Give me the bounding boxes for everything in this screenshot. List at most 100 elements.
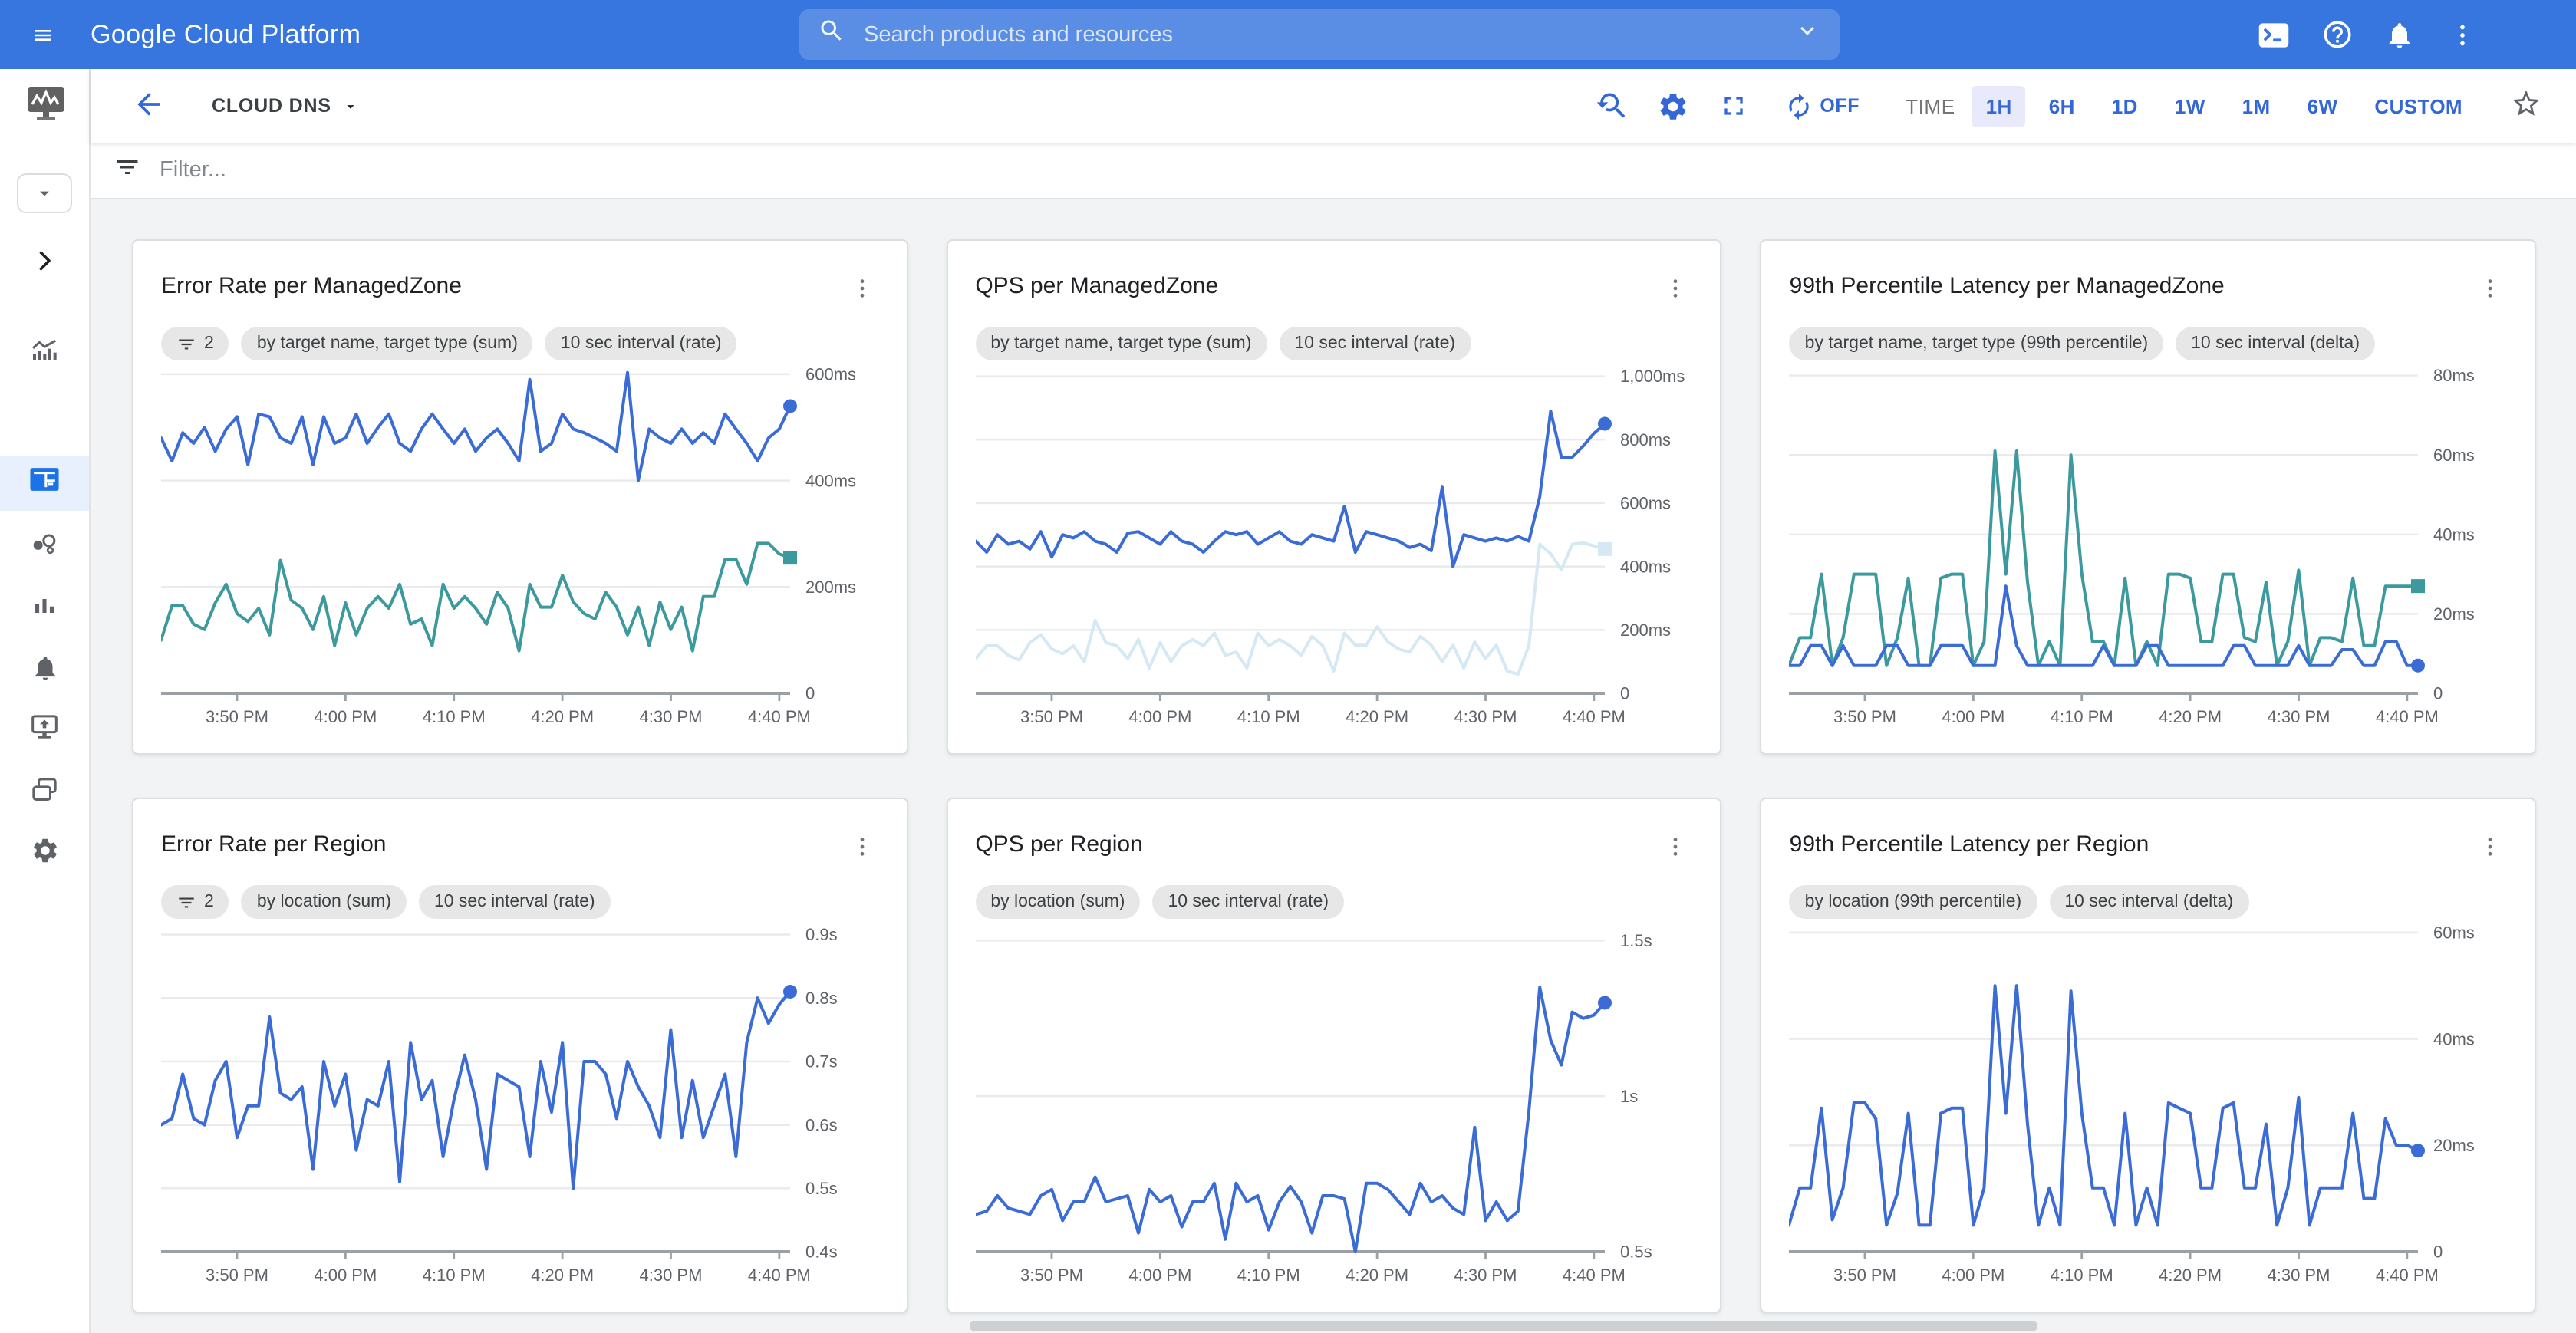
chart-title: Error Rate per Region bbox=[161, 831, 386, 857]
svg-text:4:30 PM: 4:30 PM bbox=[1454, 707, 1517, 726]
chart-title: 99th Percentile Latency per ManagedZone bbox=[1790, 273, 2225, 299]
filter-icon bbox=[176, 334, 196, 354]
aggregation-chip[interactable]: 10 sec interval (rate) bbox=[545, 327, 737, 360]
metrics-explorer-icon[interactable] bbox=[0, 336, 89, 367]
auto-refresh-toggle[interactable]: OFF bbox=[1775, 90, 1869, 122]
time-range-1w[interactable]: 1W bbox=[2161, 85, 2219, 127]
cloud-shell-icon[interactable] bbox=[2255, 16, 2292, 53]
alerting-bell-icon[interactable] bbox=[0, 653, 89, 683]
global-search[interactable] bbox=[799, 9, 1840, 60]
svg-text:0.5s: 0.5s bbox=[1619, 1242, 1652, 1262]
svg-text:4:30 PM: 4:30 PM bbox=[1454, 1266, 1517, 1285]
chart-canvas[interactable]: 0.9s0.8s0.7s0.6s0.5s0.4s3:50 PM4:00 PM4:… bbox=[161, 922, 878, 1298]
svg-text:3:50 PM: 3:50 PM bbox=[206, 1266, 268, 1285]
notifications-icon[interactable] bbox=[2381, 16, 2418, 53]
chart-menu-kebab[interactable] bbox=[845, 831, 878, 865]
settings-gear-icon[interactable] bbox=[0, 836, 89, 865]
dashboard-name-dropdown[interactable]: CLOUD DNS bbox=[203, 94, 368, 118]
chart-chips: by target name, target type (sum) 10 sec … bbox=[975, 327, 1692, 360]
expand-sidebar-icon[interactable] bbox=[0, 247, 89, 275]
search-input[interactable] bbox=[861, 21, 1794, 48]
groups-icon[interactable] bbox=[0, 529, 89, 560]
chart-menu-kebab[interactable] bbox=[2473, 273, 2507, 307]
search-time-icon[interactable] bbox=[1591, 87, 1631, 124]
chart-canvas[interactable]: 60ms40ms20ms03:50 PM4:00 PM4:10 PM4:20 P… bbox=[1790, 922, 2507, 1298]
help-icon[interactable] bbox=[2318, 16, 2355, 53]
time-range-custom[interactable]: CUSTOM bbox=[2360, 85, 2476, 127]
svg-text:4:30 PM: 4:30 PM bbox=[2268, 1266, 2331, 1285]
aggregation-chip[interactable]: by location (99th percentile) bbox=[1790, 885, 2037, 919]
svg-text:4:00 PM: 4:00 PM bbox=[1942, 707, 2005, 726]
series-end-dot bbox=[1597, 996, 1611, 1009]
aggregation-chip[interactable]: 10 sec interval (rate) bbox=[1279, 327, 1471, 360]
services-bar-chart-icon[interactable] bbox=[0, 592, 89, 620]
time-range-1h[interactable]: 1H bbox=[1972, 85, 2026, 127]
more-vert-icon[interactable] bbox=[2444, 16, 2481, 53]
series-end-square bbox=[2412, 579, 2426, 593]
time-range-6w[interactable]: 6W bbox=[2294, 85, 2352, 127]
svg-text:4:10 PM: 4:10 PM bbox=[423, 1266, 486, 1285]
uptime-checks-icon[interactable] bbox=[0, 712, 89, 742]
chart-title: QPS per Region bbox=[975, 831, 1142, 857]
aggregation-chip[interactable]: by location (sum) bbox=[975, 885, 1140, 919]
back-arrow-icon[interactable] bbox=[129, 86, 169, 126]
series-line-zone-a bbox=[161, 373, 790, 481]
svg-text:4:20 PM: 4:20 PM bbox=[2159, 1266, 2222, 1285]
menu-icon[interactable] bbox=[23, 15, 63, 54]
filter-input[interactable] bbox=[156, 156, 2576, 184]
svg-text:20ms: 20ms bbox=[2434, 604, 2476, 624]
aggregation-chip[interactable]: by target name, target type (99th percen… bbox=[1790, 327, 2163, 360]
svg-text:4:10 PM: 4:10 PM bbox=[1237, 1266, 1300, 1285]
svg-text:4:40 PM: 4:40 PM bbox=[1562, 707, 1625, 726]
time-label: TIME bbox=[1906, 94, 1955, 117]
svg-text:400ms: 400ms bbox=[1619, 557, 1670, 576]
time-range-group: 1H6H1D1W1M6WCUSTOM bbox=[1968, 85, 2481, 127]
series-line-region-a bbox=[1790, 986, 2419, 1225]
chart-card-error-rate-region: Error Rate per Region 2 by location (sum)… bbox=[132, 798, 908, 1313]
time-range-1d[interactable]: 1D bbox=[2098, 85, 2152, 127]
chart-card-qps-region: QPS per Region by location (sum) 10 sec i… bbox=[946, 798, 1721, 1313]
chart-chips: by location (sum) 10 sec interval (rate) bbox=[975, 885, 1692, 919]
settings-gear-icon-toolbar[interactable] bbox=[1652, 87, 1692, 124]
aggregation-chip[interactable]: 10 sec interval (rate) bbox=[419, 885, 611, 919]
fullscreen-icon[interactable] bbox=[1714, 87, 1754, 124]
chart-menu-kebab[interactable] bbox=[845, 273, 878, 307]
aggregation-chip[interactable]: by location (sum) bbox=[242, 885, 407, 919]
gcp-monitoring-dashboard: Google Cloud Platform bbox=[0, 0, 2576, 1333]
svg-text:4:10 PM: 4:10 PM bbox=[1237, 707, 1300, 726]
horizontal-scrollbar-thumb[interactable] bbox=[970, 1321, 2037, 1331]
aggregation-chip[interactable]: 10 sec interval (rate) bbox=[1152, 885, 1344, 919]
svg-text:4:10 PM: 4:10 PM bbox=[423, 707, 486, 726]
chart-menu-kebab[interactable] bbox=[2473, 831, 2507, 865]
time-range-1m[interactable]: 1M bbox=[2228, 85, 2284, 127]
dashboards-icon[interactable] bbox=[0, 466, 89, 492]
incidents-layers-icon[interactable] bbox=[0, 775, 89, 805]
chart-menu-kebab[interactable] bbox=[1659, 831, 1693, 865]
aggregation-chip[interactable]: by target name, target type (sum) bbox=[975, 327, 1267, 360]
svg-text:0: 0 bbox=[1619, 684, 1629, 703]
caret-down-icon bbox=[342, 97, 359, 114]
chart-canvas[interactable]: 80ms60ms40ms20ms03:50 PM4:00 PM4:10 PM4:… bbox=[1790, 364, 2507, 739]
chart-card-qps-managedzone: QPS per ManagedZone by target name, targ… bbox=[946, 239, 1721, 755]
chart-canvas[interactable]: 1.5s1s0.5s3:50 PM4:00 PM4:10 PM4:20 PM4:… bbox=[975, 922, 1692, 1298]
star-outline-icon[interactable] bbox=[2505, 87, 2545, 124]
aggregation-chip[interactable]: 10 sec interval (delta) bbox=[2176, 327, 2375, 360]
aggregation-chip[interactable]: by target name, target type (sum) bbox=[242, 327, 533, 360]
aggregation-chip[interactable]: 10 sec interval (delta) bbox=[2049, 885, 2248, 919]
chart-canvas[interactable]: 1,000ms800ms600ms400ms200ms03:50 PM4:00 … bbox=[975, 364, 1692, 739]
auto-refresh-label: OFF bbox=[1820, 95, 1860, 117]
project-picker-dropdown[interactable] bbox=[0, 173, 89, 213]
svg-text:80ms: 80ms bbox=[2434, 366, 2476, 385]
filter-count-chip[interactable]: 2 bbox=[161, 885, 229, 919]
chart-title: 99th Percentile Latency per Region bbox=[1790, 831, 2149, 857]
chart-menu-kebab[interactable] bbox=[1659, 273, 1693, 307]
svg-text:4:40 PM: 4:40 PM bbox=[2377, 1266, 2439, 1285]
dashboard-toolbar: CLOUD DNS OFF TIME 1H6H1D1W1 bbox=[91, 69, 2576, 143]
series-end-dot bbox=[1597, 417, 1611, 431]
series-line-zone-b bbox=[975, 543, 1604, 675]
chevron-down-icon[interactable] bbox=[1794, 17, 1821, 52]
time-range-6h[interactable]: 6H bbox=[2035, 85, 2089, 127]
chart-canvas[interactable]: 600ms400ms200ms03:50 PM4:00 PM4:10 PM4:2… bbox=[161, 364, 878, 739]
chart-grid: Error Rate per ManagedZone 2by target na… bbox=[132, 239, 2536, 1313]
filter-count-chip[interactable]: 2 bbox=[161, 327, 229, 360]
